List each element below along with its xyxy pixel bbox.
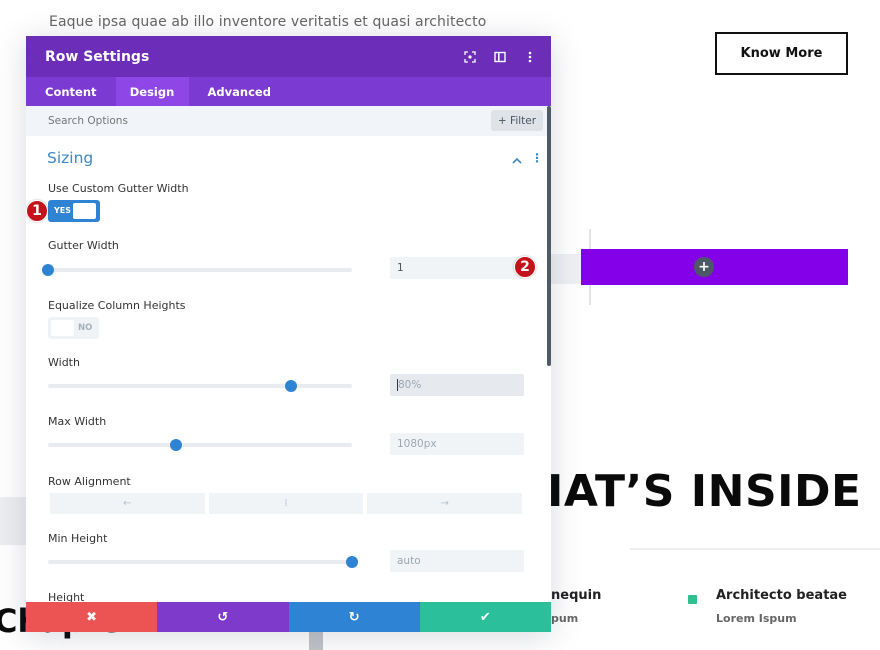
divider [630, 548, 880, 550]
slider-thumb[interactable] [285, 380, 298, 392]
section-title[interactable]: Sizing [47, 149, 93, 167]
search-bar: + Filter [26, 106, 551, 136]
modal-header[interactable]: Row Settings [26, 36, 551, 77]
toggle-knob [51, 320, 74, 336]
custom-gutter-label: Use Custom Gutter Width [48, 182, 189, 195]
search-input[interactable] [48, 115, 348, 127]
max-width-input[interactable]: 1080px [390, 433, 524, 455]
min-height-label: Min Height [48, 532, 108, 545]
close-icon: ✖ [86, 609, 98, 625]
modal-title: Row Settings [45, 48, 150, 65]
feature-bullet-icon [688, 595, 697, 604]
align-right-icon: → [440, 498, 449, 509]
filter-button[interactable]: + Filter [491, 110, 543, 131]
save-button[interactable]: ✔ [419, 602, 551, 632]
header-icons [463, 36, 537, 77]
split-view-icon[interactable] [493, 50, 507, 64]
section-more-icon[interactable]: ⋮ [531, 151, 543, 165]
intro-text: Eaque ipsa quae ab illo inventore verita… [49, 14, 487, 30]
gutter-width-input[interactable]: 1 [390, 257, 524, 279]
min-height-slider[interactable] [48, 556, 358, 568]
slider-thumb[interactable] [346, 556, 358, 568]
min-height-input[interactable]: auto [390, 550, 524, 572]
page: Eaque ipsa quae ab illo inventore verita… [0, 0, 880, 650]
row-alignment-group: ← ⁞ → [50, 493, 523, 514]
plus-icon: + [698, 259, 710, 275]
modal-footer: ✖ ↺ ↻ ✔ [26, 602, 551, 632]
annotation-badge: 1 [26, 200, 48, 222]
max-width-label: Max Width [48, 415, 107, 428]
align-right-button[interactable]: → [367, 493, 523, 514]
tab-content[interactable]: Content [26, 77, 116, 106]
slider-thumb[interactable] [42, 264, 54, 276]
toggle-state: NO [78, 323, 93, 333]
custom-gutter-toggle[interactable]: YES [48, 200, 100, 222]
toggle-knob [73, 203, 96, 219]
align-center-icon: ⁞ [284, 498, 288, 509]
width-value: 80% [398, 379, 422, 391]
focus-icon[interactable] [463, 50, 477, 64]
equalize-toggle[interactable]: NO [48, 317, 99, 339]
add-module-button[interactable]: + [694, 257, 714, 277]
width-slider[interactable] [48, 380, 352, 392]
purple-column[interactable] [581, 249, 848, 285]
row-settings-modal: Row Settings Content Design Advanced + F… [26, 36, 551, 632]
tab-advanced[interactable]: Advanced [189, 77, 290, 106]
width-label: Width [48, 356, 80, 369]
more-vertical-icon[interactable] [523, 50, 537, 64]
feature-title: Architecto beatae [716, 588, 847, 603]
align-left-icon: ← [123, 498, 132, 509]
width-input[interactable]: 80% [390, 374, 524, 396]
toggle-state: YES [54, 206, 72, 215]
feature-title: nequin [551, 588, 602, 603]
undo-button[interactable]: ↺ [157, 602, 289, 632]
row-stripe [545, 254, 585, 284]
scrollbar[interactable] [547, 106, 551, 366]
redo-icon: ↻ [348, 609, 360, 625]
gray-post [309, 632, 323, 650]
annotation-badge: 2 [514, 256, 536, 278]
max-width-slider[interactable] [48, 439, 352, 451]
tab-bar: Content Design Advanced [26, 77, 551, 106]
feature-subtitle: pum [551, 612, 579, 625]
gutter-width-label: Gutter Width [48, 239, 119, 252]
undo-icon: ↺ [217, 609, 229, 625]
gutter-width-slider[interactable] [42, 264, 352, 276]
equalize-label: Equalize Column Heights [48, 299, 186, 312]
slider-thumb[interactable] [169, 439, 182, 451]
redo-button[interactable]: ↻ [288, 602, 420, 632]
align-center-button[interactable]: ⁞ [208, 493, 364, 514]
align-left-button[interactable]: ← [50, 493, 205, 514]
row-alignment-label: Row Alignment [48, 475, 131, 488]
know-more-button[interactable]: Know More [715, 32, 848, 75]
check-icon: ✔ [479, 609, 491, 625]
chevron-up-icon[interactable] [512, 154, 522, 164]
feature-subtitle: Lorem Ispum [716, 612, 797, 625]
tab-design[interactable]: Design [115, 77, 189, 106]
cancel-button[interactable]: ✖ [26, 602, 158, 632]
section-heading: IAT’S INSIDE [547, 466, 862, 517]
